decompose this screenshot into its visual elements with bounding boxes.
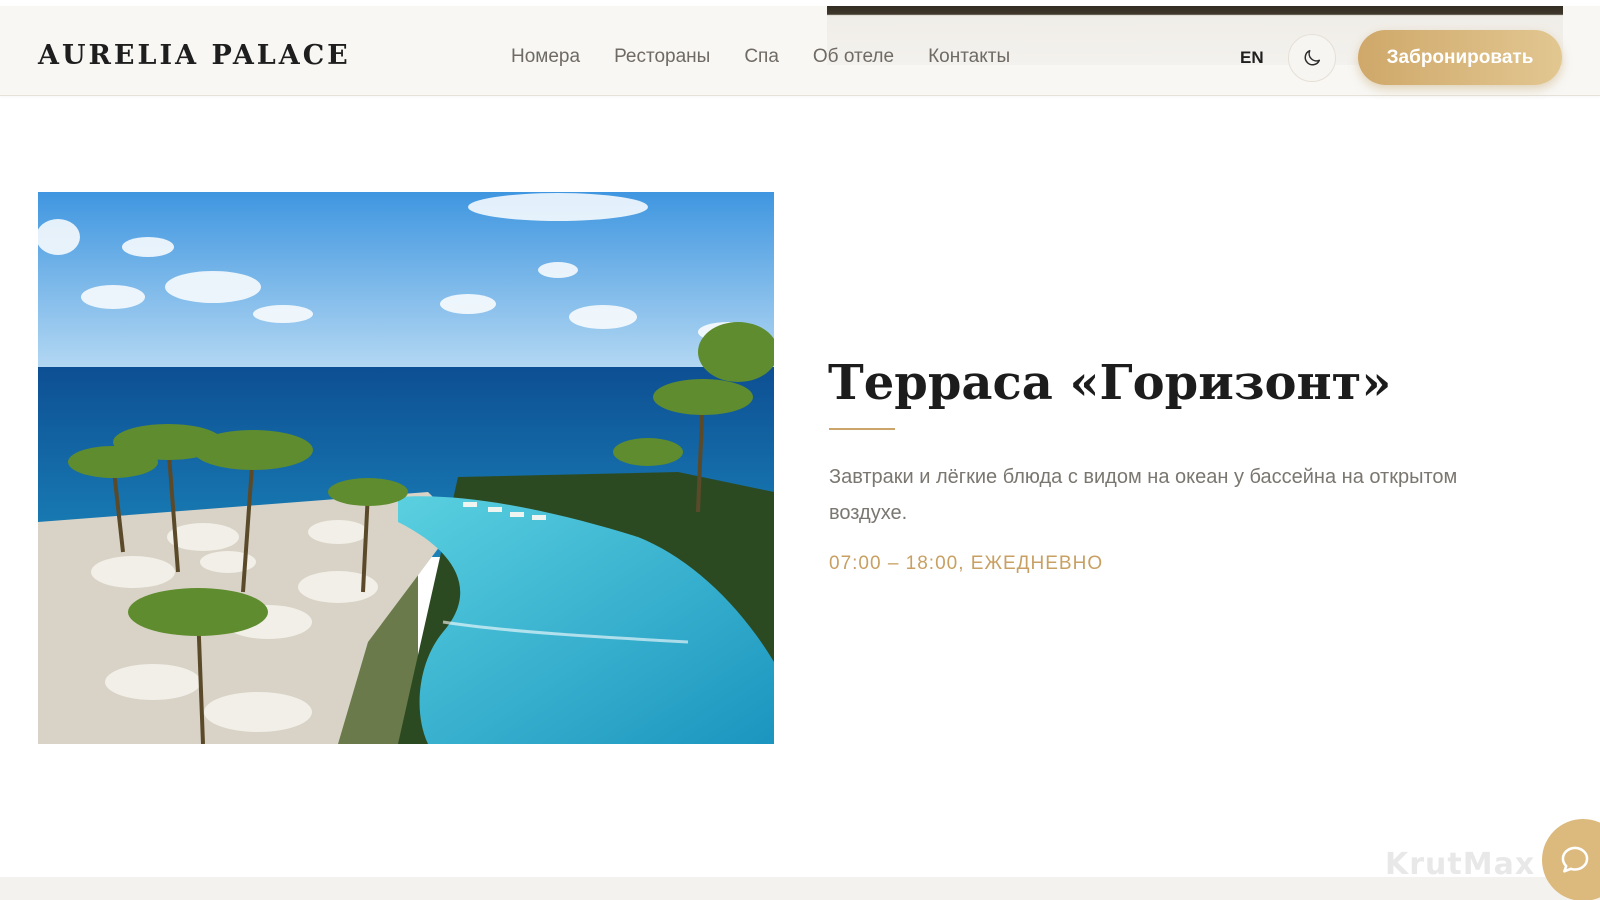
title-divider: [829, 428, 895, 430]
watermark: KrutMax: [1385, 847, 1536, 882]
moon-icon: [1304, 49, 1321, 66]
site-header: AURELIA PALACE Номера Рестораны Спа Об о…: [0, 6, 1600, 96]
chat-bubble-icon: [1561, 846, 1589, 873]
site-logo[interactable]: AURELIA PALACE: [38, 40, 351, 71]
main-nav: Номера Рестораны Спа Об отеле Контакты: [511, 46, 1010, 68]
restaurant-title: Терраса «Горизонт»: [828, 355, 1392, 411]
nav-restaurants[interactable]: Рестораны: [614, 46, 710, 68]
theme-toggle-button[interactable]: [1288, 34, 1336, 82]
nav-spa[interactable]: Спа: [744, 46, 779, 68]
next-section-band: [0, 877, 1600, 900]
book-button[interactable]: Забронировать: [1358, 30, 1562, 85]
nav-contacts[interactable]: Контакты: [928, 46, 1010, 68]
nav-rooms[interactable]: Номера: [511, 46, 580, 68]
restaurant-description: Завтраки и лёгкие блюда с видом на океан…: [829, 466, 1458, 524]
language-switch[interactable]: EN: [1240, 48, 1264, 68]
nav-about[interactable]: Об отеле: [813, 46, 894, 68]
opening-hours: 07:00 – 18:00, ЕЖЕДНЕВНО: [829, 553, 1104, 574]
pool-terrace-photo: [38, 192, 774, 744]
